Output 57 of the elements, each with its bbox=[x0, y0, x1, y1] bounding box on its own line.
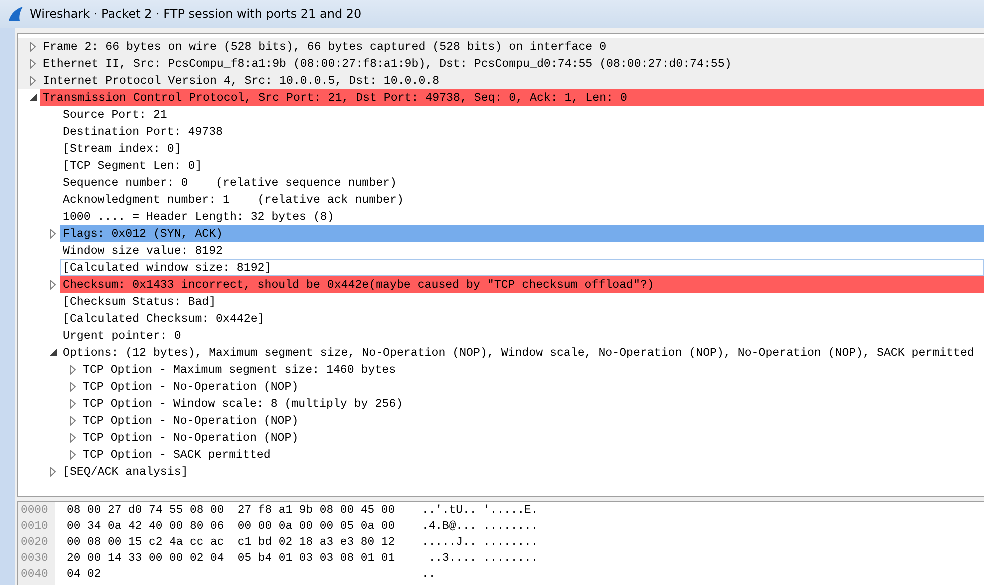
tree-item[interactable]: TCP Option - No-Operation (NOP) bbox=[80, 429, 984, 446]
tree-item[interactable]: TCP Option - Maximum segment size: 1460 bytes bbox=[80, 361, 984, 378]
offset-label: 0040 bbox=[21, 568, 50, 583]
fin-icon bbox=[8, 7, 24, 21]
tree-item[interactable]: TCP Option - SACK permitted bbox=[80, 446, 984, 463]
tree-item[interactable]: [Calculated Checksum: 0x442e] bbox=[60, 310, 984, 327]
tree-item[interactable]: TCP Option - Window scale: 8 (multiply by 256) bbox=[80, 395, 984, 412]
ascii-bytes: .. bbox=[422, 568, 437, 583]
collapsed-arrow-icon[interactable] bbox=[50, 228, 56, 238]
hex-bytes: 04 02 bbox=[67, 568, 102, 583]
tree-item[interactable]: Destination Port: 49738 bbox=[60, 123, 984, 140]
hex-bytes: 00 34 0a 42 40 00 80 06 00 00 0a 00 00 05 0a 00 bbox=[67, 520, 396, 535]
ascii-bytes: ..3.... ........ bbox=[428, 552, 538, 567]
collapsed-arrow-icon[interactable] bbox=[70, 398, 76, 408]
offset-label: 0030 bbox=[21, 552, 50, 567]
tree-item[interactable]: [Checksum Status: Bad] bbox=[60, 293, 984, 310]
collapsed-arrow-icon[interactable] bbox=[30, 58, 36, 68]
ascii-bytes: .4.B@... ........ bbox=[422, 520, 538, 535]
tree-item[interactable]: [TCP Segment Len: 0] bbox=[60, 157, 984, 174]
tree-item[interactable]: Ethernet II, Src: PcsCompu_f8:a1:9b (08:00:27:f8:a1:9b), Dst: PcsCompu_d0:74:55 (08:00:27:d0:74:55) bbox=[40, 55, 984, 72]
tree-item[interactable]: Options: (12 bytes), Maximum segment size, No-Operation (NOP), Window scale, No-Operation (NOP), No-Operation (NOP), SACK permitted bbox=[60, 344, 984, 361]
tree-item[interactable]: Urgent pointer: 0 bbox=[60, 327, 984, 344]
collapsed-arrow-icon[interactable] bbox=[70, 416, 76, 426]
hex-bytes: 00 08 00 15 c2 4a cc ac c1 bd 02 18 a3 e3 80 12 bbox=[67, 536, 396, 551]
tree-item[interactable]: Frame 2: 66 bytes on wire (528 bits), 66 bytes captured (528 bits) on interface 0 bbox=[40, 38, 984, 55]
tree-item[interactable]: TCP Option - No-Operation (NOP) bbox=[80, 378, 984, 395]
tree-item[interactable]: 1000 .... = Header Length: 32 bytes (8) bbox=[60, 208, 984, 225]
collapsed-arrow-icon[interactable] bbox=[50, 466, 56, 476]
offset-label: 0010 bbox=[21, 520, 50, 535]
collapsed-arrow-icon[interactable] bbox=[30, 76, 36, 86]
hex-bytes: 08 00 27 d0 74 55 08 00 27 f8 a1 9b 08 00 45 00 bbox=[67, 504, 396, 519]
tree-item[interactable]: [SEQ/ACK analysis] bbox=[60, 463, 984, 480]
tree-item[interactable]: [Stream index: 0] bbox=[60, 140, 984, 157]
offset-label: 0000 bbox=[21, 504, 50, 519]
collapsed-arrow-icon[interactable] bbox=[70, 382, 76, 392]
ascii-bytes: ..'.tU.. '.....E. bbox=[422, 504, 538, 519]
offset-label: 0020 bbox=[21, 536, 50, 551]
tree-item[interactable]: Checksum: 0x1433 incorrect, should be 0x442e(maybe caused by "TCP checksum offload"?) bbox=[60, 276, 984, 293]
expanded-arrow-icon[interactable] bbox=[50, 349, 56, 356]
tree-item[interactable]: Internet Protocol Version 4, Src: 10.0.0.5, Dst: 10.0.0.8 bbox=[40, 72, 984, 89]
collapsed-arrow-icon[interactable] bbox=[70, 432, 76, 442]
collapsed-arrow-icon[interactable] bbox=[70, 364, 76, 374]
tree-item[interactable]: Source Port: 21 bbox=[60, 106, 984, 123]
tree-item[interactable]: Flags: 0x012 (SYN, ACK) bbox=[60, 225, 984, 242]
tree-item[interactable]: Acknowledgment number: 1 (relative ack number) bbox=[60, 191, 984, 208]
expanded-arrow-icon[interactable] bbox=[30, 94, 36, 101]
collapsed-arrow-icon[interactable] bbox=[50, 280, 56, 290]
tree-item[interactable]: Window size value: 8192 bbox=[60, 242, 984, 259]
tree-item[interactable]: Sequence number: 0 (relative sequence number) bbox=[60, 174, 984, 191]
hex-bytes: 20 00 14 33 00 00 02 04 05 b4 01 03 03 08 01 01 bbox=[67, 552, 396, 567]
tree-item[interactable]: Transmission Control Protocol, Src Port: 21, Dst Port: 49738, Seq: 0, Ack: 1, Len: 0 bbox=[40, 89, 984, 106]
ascii-bytes: .....J.. ........ bbox=[422, 536, 538, 551]
tree-item[interactable]: TCP Option - No-Operation (NOP) bbox=[80, 412, 984, 429]
collapsed-arrow-icon[interactable] bbox=[30, 42, 36, 52]
window-title: Wireshark · Packet 2 · FTP session with ports 21 and 20 bbox=[30, 7, 362, 21]
tree-item[interactable]: [Calculated window size: 8192] bbox=[60, 259, 984, 276]
collapsed-arrow-icon[interactable] bbox=[70, 450, 76, 460]
